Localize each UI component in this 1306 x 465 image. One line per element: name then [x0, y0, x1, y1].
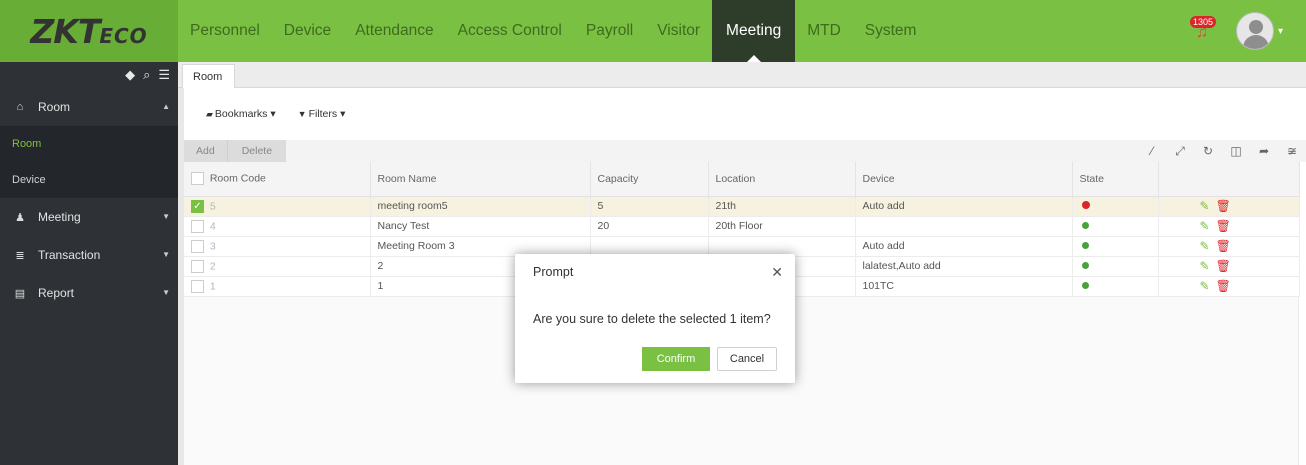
row-checkbox[interactable]: [191, 219, 204, 233]
row-checkbox[interactable]: [191, 259, 204, 273]
sidebar: ◆ ⌕ ☰ ⌂ Room ▲ Room Device ♟ Meeting ▼ ≣…: [0, 62, 178, 465]
edit-icon[interactable]: ✎: [1200, 239, 1210, 253]
caret-up-icon: ▲: [162, 102, 170, 111]
column-header-actions: [1158, 162, 1300, 197]
export-icon[interactable]: ➦: [1250, 140, 1278, 162]
caret-down-icon: ▼: [162, 212, 170, 221]
table-row[interactable]: 3 Meeting Room 3 Auto add ✎ 🗑: [184, 236, 1300, 257]
sidebar-group-meeting[interactable]: ♟ Meeting ▼: [0, 198, 178, 236]
settings-sliders-icon[interactable]: ≆: [1278, 140, 1306, 162]
nav-access-control[interactable]: Access Control: [446, 0, 574, 62]
table-header-row: Room Code Room Name Capacity Location De…: [184, 162, 1300, 197]
filters-dropdown[interactable]: ▼ Filters ▾: [298, 108, 346, 120]
cancel-button[interactable]: Cancel: [717, 347, 777, 371]
columns-icon[interactable]: ◫: [1222, 140, 1250, 162]
add-button[interactable]: Add: [184, 140, 227, 162]
state-ok-icon: [1081, 222, 1089, 229]
caret-down-icon: ▼: [162, 250, 170, 259]
confirm-button[interactable]: Confirm: [642, 347, 710, 371]
home-icon: ⌂: [16, 101, 24, 113]
caret-down-icon: ▼: [162, 288, 170, 297]
row-checkbox[interactable]: ✓: [191, 199, 204, 213]
tab-bar: Room: [178, 62, 1306, 88]
trash-icon[interactable]: 🗑: [1216, 259, 1231, 273]
chevron-down-icon: ▾: [1278, 26, 1284, 37]
search-icon[interactable]: ⌕: [143, 67, 150, 83]
column-header-room-name[interactable]: Room Name: [370, 162, 591, 197]
dialog-title: Prompt: [533, 265, 574, 279]
state-ok-icon: [1081, 282, 1089, 289]
action-buttons: Add Delete: [184, 140, 287, 162]
user-avatar[interactable]: ▾: [1236, 12, 1286, 50]
database-icon: ≣: [15, 249, 25, 262]
nav-device[interactable]: Device: [272, 0, 343, 62]
expand-icon[interactable]: ⤢: [1166, 140, 1194, 162]
notification-bell-icon[interactable]: ♫ 1305: [1190, 16, 1220, 44]
column-header-capacity[interactable]: Capacity: [590, 162, 709, 197]
edit-icon[interactable]: ✎: [1200, 279, 1210, 293]
nav-meeting[interactable]: Meeting: [712, 0, 796, 63]
state-error-icon: [1081, 201, 1090, 209]
edit-icon[interactable]: ✎: [1200, 219, 1210, 233]
delete-button[interactable]: Delete: [226, 140, 286, 162]
top-navigation-bar: ZKTECO Personnel Device Attendance Acces…: [0, 0, 1306, 63]
close-icon[interactable]: ✕: [771, 264, 783, 281]
trash-icon[interactable]: 🗑: [1216, 199, 1231, 213]
sidebar-group-label: Room: [38, 100, 71, 114]
sidebar-item-room[interactable]: Room: [0, 126, 178, 162]
sidebar-group-transaction[interactable]: ≣ Transaction ▼: [0, 236, 178, 274]
sidebar-group-label: Report: [38, 286, 75, 300]
sidebar-group-label: Transaction: [38, 248, 101, 262]
users-icon: ♟: [15, 211, 25, 224]
sidebar-tools: ◆ ⌕ ☰: [0, 62, 178, 88]
sidebar-group-room[interactable]: ⌂ Room ▲: [0, 88, 178, 126]
column-header-device[interactable]: Device: [855, 162, 1073, 197]
nav-personnel[interactable]: Personnel: [178, 0, 272, 62]
table-row[interactable]: 4 Nancy Test 20 20th Floor ✎ 🗑: [184, 216, 1300, 237]
toolbar: Add Delete ⁄ ⤢ ↻ ◫ ➦ ≆: [184, 140, 1306, 162]
main-nav: Personnel Device Attendance Access Contr…: [178, 0, 929, 63]
trash-icon[interactable]: 🗑: [1216, 279, 1231, 293]
edit-icon[interactable]: ✎: [1200, 199, 1210, 213]
refresh-icon[interactable]: ↻: [1194, 140, 1222, 162]
table-row[interactable]: ✓ 5 meeting room5 5 21th Auto add ✎ 🗑: [184, 196, 1300, 217]
nav-mtd[interactable]: MTD: [795, 0, 853, 62]
sidebar-group-report[interactable]: ▤ Report ▼: [0, 274, 178, 312]
column-header-location[interactable]: Location: [708, 162, 856, 197]
tag-icon[interactable]: ◆: [125, 67, 135, 83]
list-icon[interactable]: ☰: [158, 67, 170, 83]
bookmark-icon: ▰: [206, 109, 213, 119]
sidebar-group-label: Meeting: [38, 210, 81, 224]
row-checkbox[interactable]: [191, 279, 204, 293]
select-all-checkbox[interactable]: [191, 172, 204, 186]
row-checkbox[interactable]: [191, 239, 204, 253]
delete-confirm-dialog: Prompt ✕ Are you sure to delete the sele…: [515, 254, 795, 383]
nav-attendance[interactable]: Attendance: [343, 0, 445, 62]
edit-icon[interactable]: ✎: [1200, 259, 1210, 273]
nav-system[interactable]: System: [853, 0, 929, 62]
wand-icon[interactable]: ⁄: [1138, 140, 1166, 162]
nav-payroll[interactable]: Payroll: [574, 0, 645, 62]
toolbar-icons: ⁄ ⤢ ↻ ◫ ➦ ≆: [1138, 140, 1306, 162]
state-ok-icon: [1081, 262, 1089, 269]
column-header-room-code[interactable]: Room Code: [184, 162, 371, 197]
nav-visitor[interactable]: Visitor: [645, 0, 712, 62]
bookmarks-dropdown[interactable]: ▰ Bookmarks ▾: [206, 108, 276, 120]
sidebar-item-device[interactable]: Device: [0, 162, 178, 198]
dialog-message: Are you sure to delete the selected 1 it…: [533, 312, 771, 326]
state-ok-icon: [1081, 242, 1089, 249]
report-icon: ▤: [14, 287, 26, 300]
trash-icon[interactable]: 🗑: [1216, 219, 1231, 233]
notification-badge: 1305: [1190, 16, 1217, 28]
column-header-state[interactable]: State: [1072, 162, 1159, 197]
tab-room[interactable]: Room: [182, 64, 236, 88]
trash-icon[interactable]: 🗑: [1216, 239, 1231, 253]
filter-icon: ▼: [297, 109, 307, 119]
zkteco-logo[interactable]: ZKTECO: [0, 0, 178, 62]
filter-bar: ▰ Bookmarks ▾ ▼ Filters ▾: [206, 108, 345, 120]
